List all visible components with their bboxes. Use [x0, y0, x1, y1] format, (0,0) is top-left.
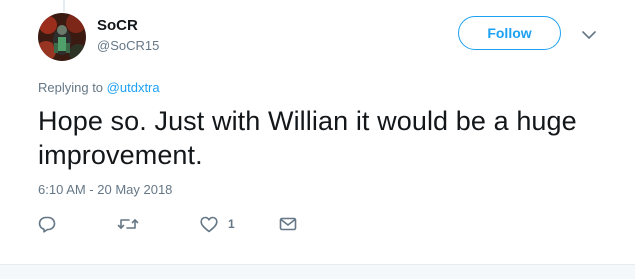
- like-count: 1: [228, 217, 235, 231]
- more-options-button[interactable]: [579, 25, 599, 45]
- tweet-timestamp[interactable]: 6:10 AM - 20 May 2018: [38, 182, 172, 197]
- avatar[interactable]: [38, 13, 86, 61]
- user-handle[interactable]: @SoCR15: [97, 38, 159, 53]
- avatar-image: [38, 13, 86, 61]
- reply-button[interactable]: [38, 212, 56, 236]
- tweet-text: Hope so. Just with Willian it would be a…: [38, 106, 577, 170]
- follow-button[interactable]: Follow: [458, 16, 561, 50]
- display-name[interactable]: SoCR: [97, 17, 138, 34]
- heart-icon: [200, 216, 218, 232]
- chevron-down-icon: [582, 30, 596, 39]
- thread-connector-line: [63, 0, 65, 12]
- replying-to-label: Replying to: [38, 80, 104, 95]
- like-button[interactable]: 1: [200, 212, 235, 236]
- retweet-icon: [117, 219, 139, 229]
- replying-to-mention-link[interactable]: @utdxtra: [107, 80, 160, 95]
- envelope-icon: [279, 217, 297, 231]
- direct-message-button[interactable]: [279, 212, 297, 236]
- reply-icon: [38, 216, 56, 233]
- tweet-footer-divider: [0, 264, 635, 279]
- retweet-button[interactable]: [117, 212, 139, 236]
- replying-to-line: Replying to @utdxtra: [38, 80, 160, 95]
